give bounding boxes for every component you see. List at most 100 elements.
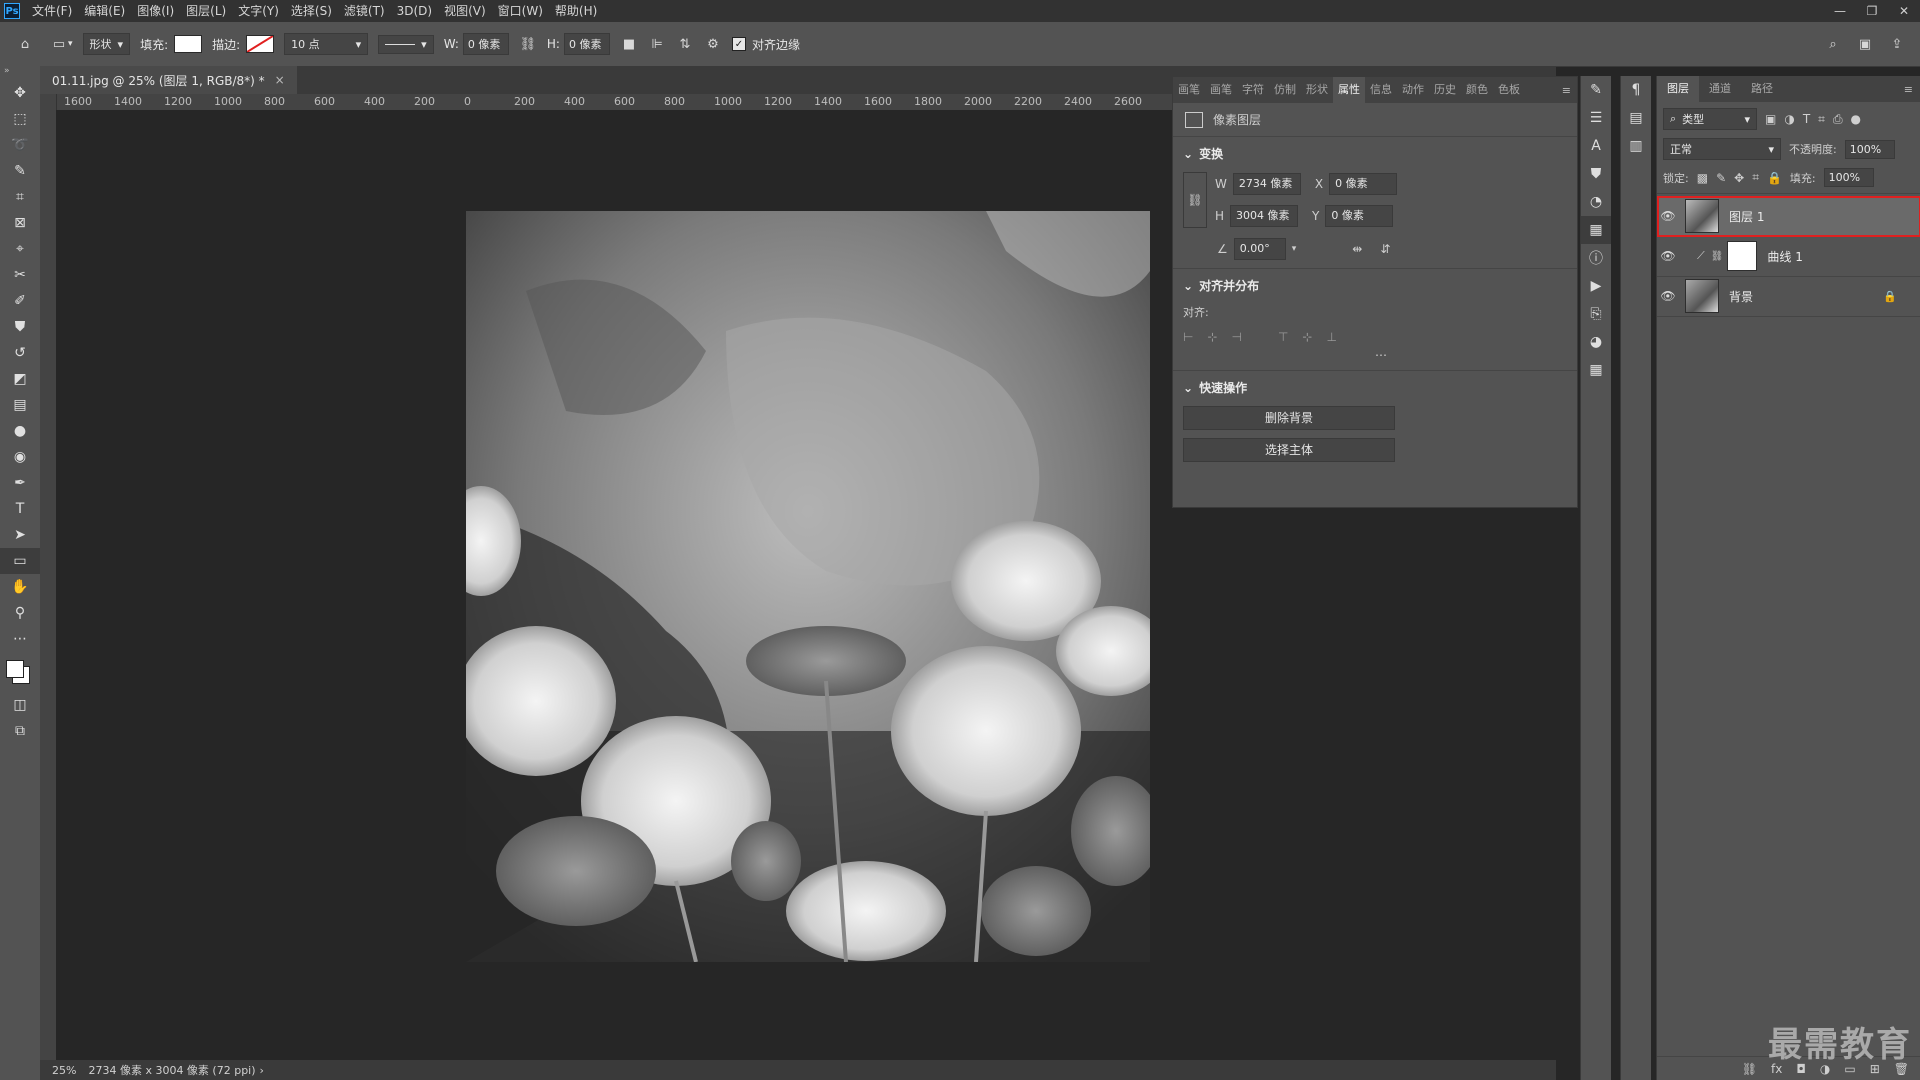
height-field[interactable]: 3004 像素 [1230,205,1299,227]
close-icon[interactable]: ✕ [1888,0,1920,22]
width-input[interactable]: 0 像素 [462,33,509,55]
chevron-right-icon[interactable]: › [260,1064,264,1077]
move-tool-icon[interactable]: ✥ [0,80,40,106]
color-swatches[interactable] [0,652,40,692]
panel-menu-icon[interactable]: ≡ [1562,84,1571,97]
restore-icon[interactable]: ❐ [1856,0,1888,22]
fill-swatch[interactable] [174,35,203,53]
document-canvas-image[interactable] [466,211,1150,962]
search-icon[interactable]: ⌕ [1824,35,1842,53]
menu-file[interactable]: 文件(F) [26,0,78,22]
flip-horizontal-icon[interactable]: ⇹ [1352,242,1362,256]
opacity-input[interactable]: 100% [1844,139,1895,159]
link-icon[interactable]: ⛓ [519,35,537,53]
rectangle-tool-icon[interactable]: ▭ [0,548,40,574]
notes-icon[interactable]: ▥ [1621,132,1651,160]
lock-all-icon[interactable]: 🔒 [1767,171,1782,185]
visibility-eye-icon[interactable]: 👁 [1657,249,1679,263]
gradient-tool-icon[interactable]: ▤ [0,392,40,418]
filter-shape-icon[interactable]: ⌗ [1818,112,1825,127]
menu-help[interactable]: 帮助(H) [549,0,603,22]
tab-clone-source[interactable]: 仿制 [1269,77,1301,103]
filter-type-layer-icon[interactable]: T [1803,112,1810,126]
angle-field[interactable]: 0.00° [1233,238,1286,260]
stamp-tool-icon[interactable]: ⛊ [0,314,40,340]
height-input[interactable]: 0 像素 [563,33,610,55]
brush-tool-icon[interactable]: ✐ [0,288,40,314]
visibility-eye-icon[interactable]: 👁 [1657,289,1679,303]
tab-history[interactable]: 历史 [1429,77,1461,103]
layer-mask-thumbnail[interactable] [1727,241,1758,271]
link-icon[interactable]: ⛓ [1183,172,1207,228]
character-icon[interactable]: A [1581,132,1611,160]
tab-properties[interactable]: 属性 [1333,77,1365,103]
crop-tool-icon[interactable]: ⌗ [0,184,40,210]
path-arrangement-icon[interactable]: ⇅ [676,35,694,53]
layer-row-layer1[interactable]: 👁 图层 1 [1657,196,1920,237]
document-info[interactable]: 2734 像素 x 3004 像素 (72 ppi) [88,1062,255,1078]
panel-menu-icon[interactable]: ≡ [1904,83,1913,96]
path-alignment-icon[interactable]: ⊫ [648,35,666,53]
lock-position-icon[interactable]: ✥ [1734,171,1744,185]
menu-filter[interactable]: 滤镜(T) [338,0,391,22]
x-field[interactable]: 0 像素 [1329,173,1398,195]
info-icon[interactable]: ⓘ [1581,244,1611,272]
visibility-eye-icon[interactable]: 👁 [1657,209,1679,223]
clone-source-icon[interactable]: ⛊ [1581,160,1611,188]
menu-edit[interactable]: 编辑(E) [78,0,131,22]
share-icon[interactable]: ⇪ [1888,35,1906,53]
zoom-level[interactable]: 25% [52,1064,76,1077]
menu-layer[interactable]: 图层(L) [180,0,232,22]
stroke-size-select[interactable]: 10 点 ▾ [284,33,369,55]
hand-tool-icon[interactable]: ✋ [0,574,40,600]
filter-toggle-icon[interactable]: ● [1851,112,1861,126]
tab-color[interactable]: 颜色 [1461,77,1493,103]
stroke-type-select[interactable]: ▾ [378,34,434,54]
chevron-down-icon[interactable]: ⌄ [1183,381,1193,395]
history-brush-icon[interactable]: ↺ [0,340,40,366]
menu-type[interactable]: 文字(Y) [232,0,285,22]
tab-layers[interactable]: 图层 [1657,76,1699,102]
stroke-swatch[interactable] [246,35,275,53]
menu-view[interactable]: 视图(V) [438,0,492,22]
align-right-icon[interactable]: ⊣ [1232,330,1242,344]
chevron-down-icon[interactable]: ⌄ [1183,147,1193,161]
close-icon[interactable]: × [275,73,285,87]
gear-icon[interactable]: ⚙ [704,35,722,53]
fill-input[interactable]: 100% [1823,168,1874,187]
align-left-icon[interactable]: ⊢ [1183,330,1193,344]
align-edges-checkbox[interactable]: ✓ [731,37,746,51]
filter-type-select[interactable]: ⌕ 类型 ▾ [1663,108,1757,130]
tab-swatches[interactable]: 色板 [1493,77,1525,103]
blur-tool-icon[interactable]: ● [0,418,40,444]
shape-mode-select[interactable]: 形状 ▾ [82,33,131,55]
blend-mode-select[interactable]: 正常 ▾ [1663,138,1781,160]
menu-image[interactable]: 图像(I) [131,0,180,22]
layer-row-curves1[interactable]: 👁 ⟋ ⛓ 曲线 1 [1657,236,1920,277]
collapse-icon[interactable]: » [0,66,40,80]
tab-brush[interactable]: 画笔 [1173,77,1205,103]
pen-tool-icon[interactable]: ✒ [0,470,40,496]
home-icon[interactable]: ⌂ [16,35,34,53]
tab-shapes[interactable]: 形状 [1301,77,1333,103]
screen-mode-icon[interactable]: ⧉ [0,718,40,744]
y-field[interactable]: 0 像素 [1325,205,1394,227]
more-options-icon[interactable]: ⋯ [1183,348,1387,362]
tab-channels[interactable]: 通道 [1699,76,1741,102]
select-subject-button[interactable]: 选择主体 [1183,438,1395,462]
lock-artboard-icon[interactable]: ⌗ [1752,170,1759,185]
marquee-tool-icon[interactable]: ⬚ [0,106,40,132]
tool-preset-picker[interactable]: ▭ ▾ [50,35,73,53]
chevron-down-icon[interactable]: ▾ [1292,244,1297,254]
minimize-icon[interactable]: — [1824,0,1856,22]
path-operations-icon[interactable]: ■ [620,35,638,53]
actions-icon[interactable]: ▶ [1581,272,1611,300]
history-icon[interactable]: ⎘ [1581,300,1611,328]
tab-brush-settings[interactable]: 画笔 [1205,77,1237,103]
filter-adjustment-icon[interactable]: ◑ [1784,112,1794,126]
lock-transparency-icon[interactable]: ▩ [1697,171,1708,185]
dodge-tool-icon[interactable]: ◉ [0,444,40,470]
path-select-tool-icon[interactable]: ➤ [0,522,40,548]
brush-settings-icon[interactable]: ✎ [1581,76,1611,104]
shapes-icon[interactable]: ◔ [1581,188,1611,216]
